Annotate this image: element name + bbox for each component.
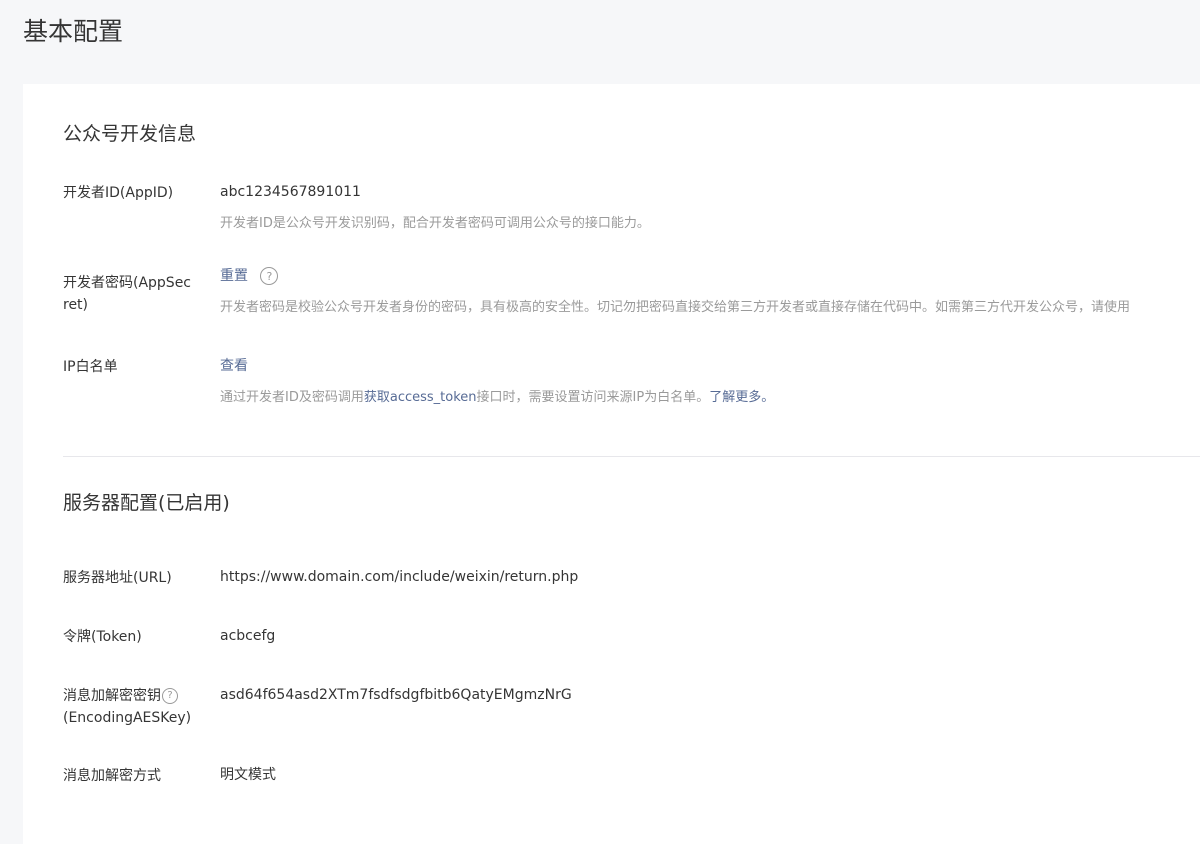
token-label: 令牌(Token)	[63, 629, 142, 645]
aes-key-label: 消息加解密密钥? (EncodingAESKey)	[63, 685, 213, 729]
reset-secret-link[interactable]: 重置	[220, 268, 248, 284]
section-divider	[63, 456, 1200, 457]
server-url-label: 服务器地址(URL)	[63, 570, 172, 586]
appsecret-actions: 重置 ?	[220, 265, 279, 287]
ip-whitelist-desc: 通过开发者ID及密码调用获取access_token接口时，需要设置访问来源IP…	[220, 387, 774, 409]
encrypt-mode-label: 消息加解密方式	[63, 768, 161, 784]
appid-desc: 开发者ID是公众号开发识别码，配合开发者密码可调用公众号的接口能力。	[220, 216, 650, 231]
view-whitelist-link[interactable]: 查看	[220, 358, 248, 374]
encrypt-mode-value: 明文模式	[220, 767, 276, 783]
dev-info-section-title: 公众号开发信息	[63, 123, 197, 145]
learn-more-link[interactable]: 了解更多。	[709, 390, 774, 405]
server-config-section-title: 服务器配置(已启用)	[63, 492, 230, 514]
aes-key-label-line2: (EncodingAESKey)	[63, 710, 192, 726]
aes-key-label-line1: 消息加解密密钥?	[63, 685, 213, 707]
ip-whitelist-desc-prefix: 通过开发者ID及密码调用	[220, 390, 364, 405]
server-url-value: https://www.domain.com/include/weixin/re…	[220, 569, 579, 585]
ip-whitelist-actions: 查看	[220, 355, 248, 377]
help-icon[interactable]: ?	[260, 267, 279, 285]
appid-value: abc1234567891011	[220, 184, 361, 200]
appid-label: 开发者ID(AppID)	[63, 185, 174, 201]
token-value: acbcefg	[220, 628, 276, 644]
aes-key-value: asd64f654asd2XTm7fsdfsdgfbitb6QatyEMgmzN…	[220, 687, 572, 703]
aes-help-icon[interactable]: ?	[162, 688, 178, 704]
settings-card: 公众号开发信息 开发者ID(AppID) abc1234567891011 开发…	[23, 84, 1200, 844]
ip-whitelist-desc-middle: 接口时，需要设置访问来源IP为白名单。	[476, 390, 710, 405]
ip-whitelist-label: IP白名单	[63, 359, 118, 375]
access-token-link[interactable]: 获取access_token	[364, 390, 477, 405]
page-title: 基本配置	[23, 17, 124, 46]
appsecret-desc: 开发者密码是校验公众号开发者身份的密码，具有极高的安全性。切记勿把密码直接交给第…	[220, 300, 1131, 315]
appsecret-label: 开发者密码(AppSecret)	[63, 275, 192, 313]
